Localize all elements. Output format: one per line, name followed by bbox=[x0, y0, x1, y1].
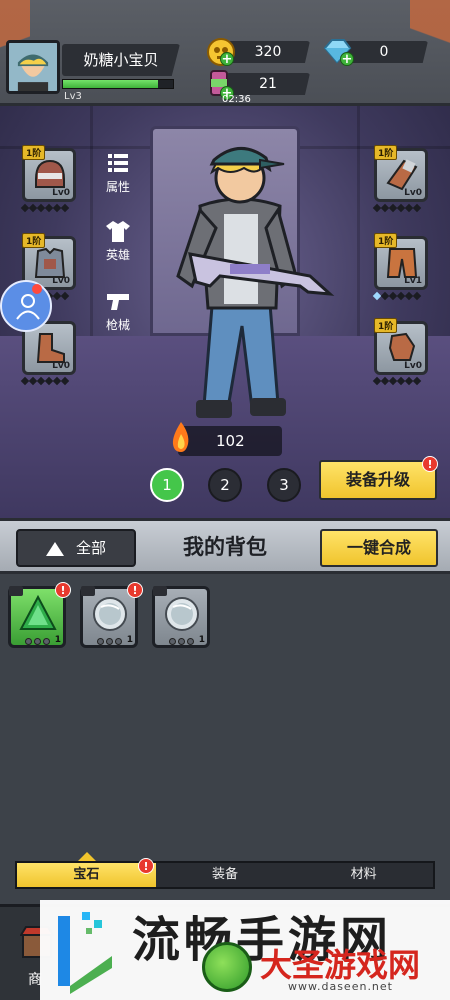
gold-counter: 320 bbox=[226, 41, 310, 63]
equip-slot-bracer[interactable]: 1阶 Lv0 bbox=[374, 145, 428, 202]
floating-friend-button[interactable] bbox=[0, 280, 52, 332]
weapon-button[interactable]: 枪械 bbox=[98, 288, 138, 333]
hero-button[interactable]: 英雄 bbox=[98, 218, 138, 263]
green-gem-icon bbox=[19, 595, 57, 630]
energy-timer: 02:36 bbox=[222, 94, 251, 105]
hero-room: 1阶 Lv0 1阶 Lv0 Lv0 属性 英雄 枪械 1阶 Lv0 1阶 Lv1… bbox=[0, 106, 450, 518]
pistol-icon bbox=[107, 294, 129, 310]
player-name: 奶糖小宝贝 bbox=[62, 44, 180, 76]
item-alert-badge: ! bbox=[55, 582, 71, 598]
item-quantity: 1 bbox=[54, 635, 61, 645]
watermark-url: www.daseen.net bbox=[288, 980, 393, 993]
slot-level: Lv0 bbox=[52, 276, 70, 286]
upgrade-alert-badge: ! bbox=[422, 456, 438, 472]
item-sockets bbox=[169, 638, 194, 645]
tab-pointer bbox=[78, 852, 96, 861]
item-quantity: 1 bbox=[198, 635, 205, 645]
equip-slot-gloves[interactable]: 1阶 Lv0 bbox=[374, 318, 428, 375]
player-portrait-icon bbox=[9, 43, 57, 91]
inventory-item-silver-gem[interactable]: 1 bbox=[152, 586, 210, 648]
tab-gems[interactable]: 宝石 bbox=[17, 863, 156, 887]
silver-gem-icon bbox=[93, 597, 127, 631]
user-icon bbox=[16, 294, 40, 320]
wall-line bbox=[357, 106, 360, 336]
bag-tabs: 宝石 装备 材料 bbox=[15, 861, 435, 889]
player-avatar[interactable] bbox=[6, 40, 60, 94]
watermark: 流畅手游网 大圣游戏网 www.daseen.net bbox=[40, 900, 450, 1000]
item-alert-badge: ! bbox=[127, 582, 143, 598]
watermark-logo bbox=[58, 912, 112, 994]
notification-dot bbox=[32, 284, 42, 294]
wall-line bbox=[90, 106, 93, 336]
slot-level: Lv0 bbox=[404, 188, 422, 198]
player-level: Lv3 bbox=[64, 91, 82, 102]
slot-stars bbox=[372, 376, 422, 386]
attributes-button[interactable]: 属性 bbox=[98, 150, 138, 195]
shirt-icon bbox=[106, 221, 130, 242]
xp-bar bbox=[62, 79, 174, 89]
equipment-upgrade-button[interactable]: 装备升级 bbox=[319, 460, 437, 500]
triangle-up-icon bbox=[46, 542, 64, 556]
page-3-button[interactable]: 3 bbox=[267, 468, 301, 502]
xp-bar-fill bbox=[63, 80, 158, 88]
tab-materials[interactable]: 材料 bbox=[294, 863, 433, 887]
bag-header: 全部 我的背包 一键合成 bbox=[0, 518, 450, 574]
slot-stars bbox=[372, 203, 422, 213]
attributes-label: 属性 bbox=[105, 180, 130, 194]
equip-slot-pants[interactable]: 1阶 Lv1 bbox=[374, 233, 428, 290]
slot-stars bbox=[372, 291, 422, 301]
flame-icon bbox=[172, 422, 189, 452]
item-sockets bbox=[25, 638, 50, 645]
slot-stars bbox=[20, 376, 70, 386]
item-quantity: 1 bbox=[126, 635, 133, 645]
filter-all-button[interactable]: 全部 bbox=[16, 529, 136, 567]
hero-label: 英雄 bbox=[105, 248, 130, 262]
slot-level: Lv1 bbox=[404, 276, 422, 286]
list-icon bbox=[108, 154, 128, 172]
slot-stars bbox=[20, 203, 70, 213]
energy-counter: 21 bbox=[226, 73, 310, 95]
watermark-brand-logo bbox=[202, 942, 252, 992]
tab-equipment[interactable]: 装备 bbox=[156, 863, 295, 887]
slot-level: Lv0 bbox=[404, 361, 422, 371]
filter-all-label: 全部 bbox=[76, 539, 107, 557]
page-1-button[interactable]: 1 bbox=[150, 468, 184, 502]
equip-slot-helmet[interactable]: 1阶 Lv0 bbox=[22, 145, 76, 202]
page-2-button[interactable]: 2 bbox=[208, 468, 242, 502]
top-bar: 奶糖小宝贝 Lv3 320 + 0 + 21 + 02:36 bbox=[0, 0, 450, 106]
add-gold-button[interactable]: + bbox=[220, 52, 234, 66]
slot-level: Lv0 bbox=[52, 361, 70, 371]
silver-gem-icon bbox=[165, 597, 199, 631]
gems-tab-alert-badge: ! bbox=[138, 858, 154, 874]
item-sockets bbox=[97, 638, 122, 645]
bag-title: 我的背包 bbox=[183, 535, 267, 559]
weapon-label: 枪械 bbox=[105, 318, 130, 332]
hero-character[interactable] bbox=[160, 136, 340, 436]
slot-level: Lv0 bbox=[52, 188, 70, 198]
inventory-grid: 1 ! 1 ! 1 bbox=[0, 574, 450, 904]
one-click-merge-button[interactable]: 一键合成 bbox=[320, 529, 438, 567]
add-diamond-button[interactable]: + bbox=[340, 52, 354, 66]
